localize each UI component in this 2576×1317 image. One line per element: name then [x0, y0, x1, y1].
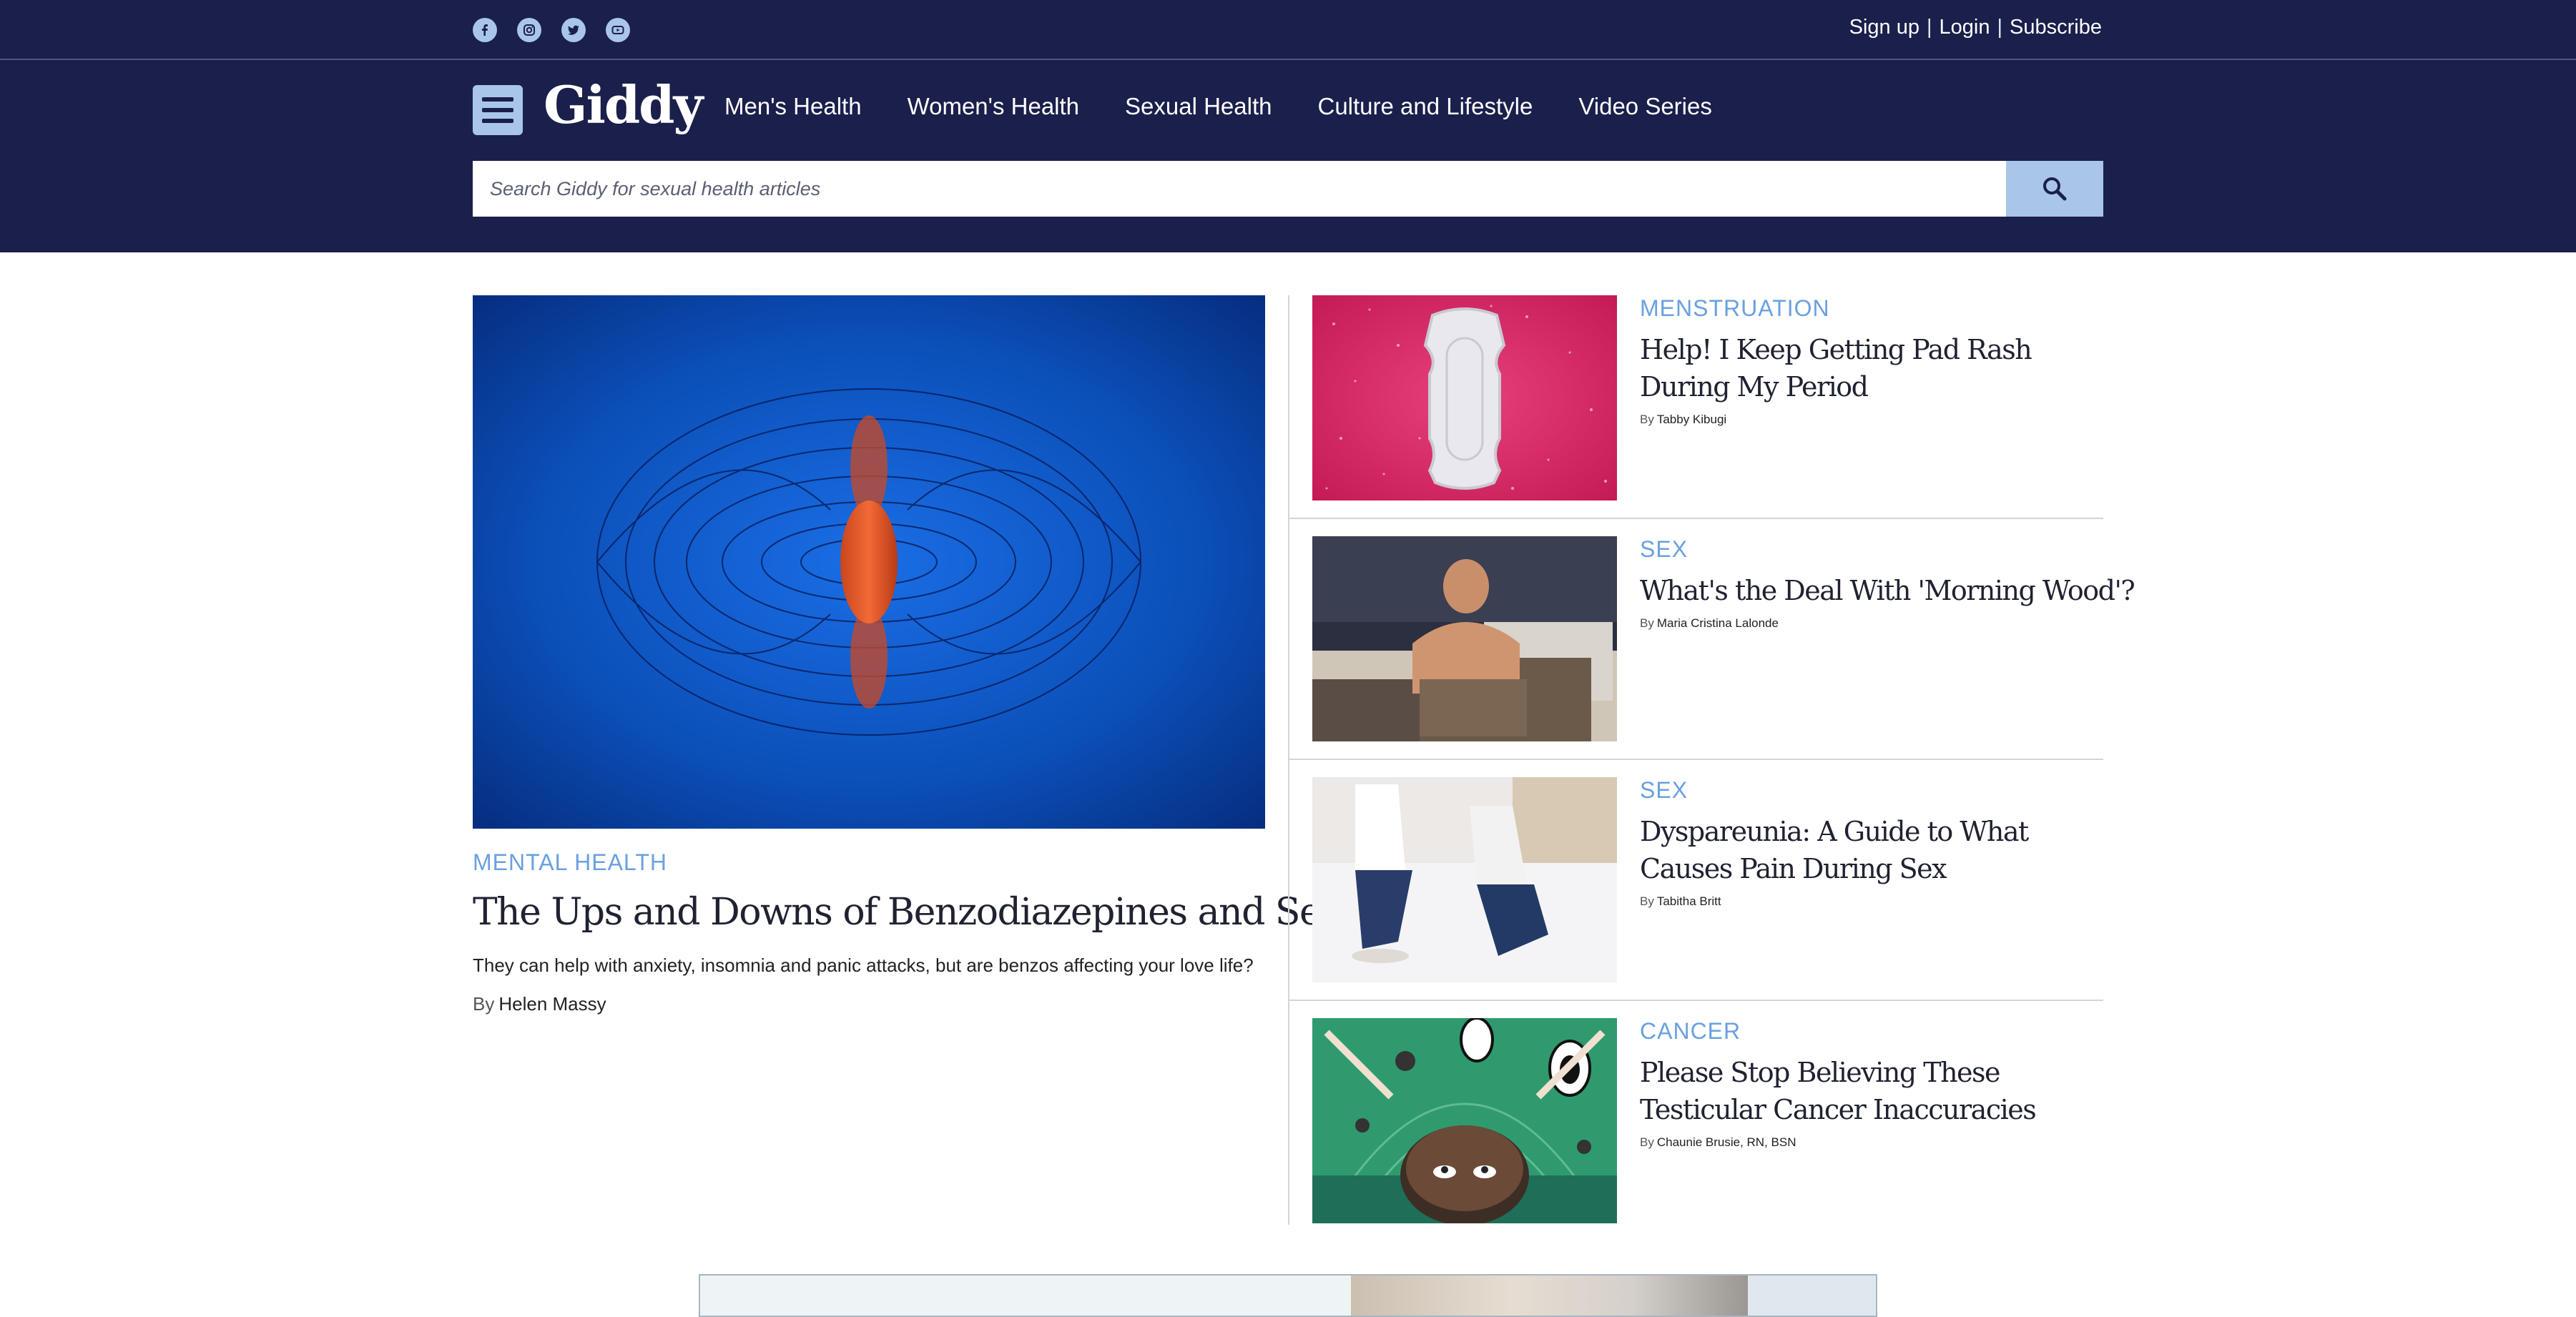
- byline-prefix: By: [1640, 413, 1654, 426]
- site-header: Sign up | Login | Subscribe Giddy Men's …: [0, 0, 2576, 252]
- article-thumbnail[interactable]: [1312, 295, 1617, 500]
- nav-video-series[interactable]: Video Series: [1578, 93, 1712, 120]
- nav-womens-health[interactable]: Women's Health: [908, 93, 1079, 120]
- account-links: Sign up | Login | Subscribe: [1849, 16, 2102, 39]
- instagram-icon[interactable]: [517, 18, 541, 42]
- featured-image[interactable]: [473, 295, 1265, 829]
- separator: |: [1926, 16, 1932, 39]
- featured-title[interactable]: The Ups and Downs of Benzodiazepines and…: [473, 891, 1342, 934]
- article-byline: By Tabby Kibugi: [1640, 413, 2105, 427]
- featured-article[interactable]: MENTAL HEALTH The Ups and Downs of Benzo…: [473, 295, 1342, 1015]
- author-name[interactable]: Tabby Kibugi: [1657, 413, 1726, 426]
- byline-prefix: By: [1640, 616, 1654, 630]
- menu-bar: [482, 119, 513, 123]
- byline-prefix: By: [1640, 894, 1654, 908]
- featured-dek: They can help with anxiety, insomnia and…: [473, 955, 1254, 976]
- hamburger-menu-button[interactable]: [473, 85, 523, 135]
- nav-culture-lifestyle[interactable]: Culture and Lifestyle: [1318, 93, 1533, 120]
- advertisement-banner[interactable]: [699, 1274, 1877, 1317]
- byline-prefix: By: [1640, 1135, 1654, 1149]
- ad-brand-panel: [1748, 1276, 1876, 1316]
- article-meta: SEX What's the Deal With 'Morning Wood'?…: [1640, 536, 2135, 631]
- featured-category[interactable]: MENTAL HEALTH: [473, 849, 667, 876]
- main-nav: Men's Health Women's Health Sexual Healt…: [724, 93, 1712, 120]
- article-byline: By Chaunie Brusie, RN, BSN: [1640, 1135, 2105, 1150]
- subscribe-link[interactable]: Subscribe: [2010, 16, 2102, 39]
- article-thumbnail[interactable]: [1312, 536, 1617, 741]
- search-input[interactable]: [473, 161, 2006, 217]
- article-byline: By Maria Cristina Lalonde: [1640, 616, 2105, 631]
- column-divider: [1288, 295, 1289, 1225]
- article-category[interactable]: SEX: [1640, 538, 2105, 561]
- list-divider: [1289, 518, 2103, 519]
- article-title[interactable]: Help! I Keep Getting Pad Rash During My …: [1640, 331, 2105, 405]
- article-thumbnail[interactable]: [1312, 1018, 1617, 1223]
- list-divider: [1289, 759, 2103, 760]
- article-byline: By Tabitha Britt: [1640, 894, 2105, 909]
- article-thumbnail[interactable]: [1312, 777, 1617, 982]
- youtube-icon[interactable]: [606, 18, 630, 42]
- twitter-icon[interactable]: [561, 18, 586, 42]
- article-category[interactable]: MENSTRUATION: [1640, 297, 2105, 320]
- author-name[interactable]: Helen Massy: [498, 993, 606, 1015]
- byline-prefix: By: [473, 993, 495, 1015]
- login-link[interactable]: Login: [1940, 16, 1990, 39]
- facebook-icon[interactable]: [473, 18, 497, 42]
- menu-bar: [482, 97, 513, 102]
- separator: |: [1997, 16, 2003, 39]
- nav-sexual-health[interactable]: Sexual Health: [1125, 93, 1272, 120]
- header-divider: [0, 59, 2576, 60]
- article-title[interactable]: What's the Deal With 'Morning Wood'?: [1640, 572, 2135, 609]
- signup-link[interactable]: Sign up: [1849, 16, 1919, 39]
- nav-mens-health[interactable]: Men's Health: [724, 93, 862, 120]
- article-category[interactable]: SEX: [1640, 779, 2105, 801]
- author-name[interactable]: Chaunie Brusie, RN, BSN: [1657, 1135, 1796, 1149]
- social-links: [473, 18, 630, 42]
- ad-photo: [1351, 1276, 1751, 1316]
- article-title[interactable]: Dyspareunia: A Guide to What Causes Pain…: [1640, 813, 2105, 887]
- list-divider: [1289, 1000, 2103, 1001]
- article-meta: MENSTRUATION Help! I Keep Getting Pad Ra…: [1640, 295, 2105, 427]
- article-meta: CANCER Please Stop Believing These Testi…: [1640, 1018, 2105, 1150]
- author-name[interactable]: Tabitha Britt: [1657, 894, 1721, 908]
- author-name[interactable]: Maria Cristina Lalonde: [1657, 616, 1779, 630]
- search-button[interactable]: [2006, 161, 2103, 217]
- article-title[interactable]: Please Stop Believing These Testicular C…: [1640, 1054, 2105, 1128]
- menu-bar: [482, 108, 513, 112]
- site-logo[interactable]: Giddy: [544, 74, 703, 135]
- featured-byline: By Helen Massy: [473, 993, 606, 1015]
- article-category[interactable]: CANCER: [1640, 1020, 2105, 1042]
- article-meta: SEX Dyspareunia: A Guide to What Causes …: [1640, 777, 2105, 909]
- search-icon: [2043, 177, 2067, 201]
- search-bar: [473, 161, 2103, 217]
